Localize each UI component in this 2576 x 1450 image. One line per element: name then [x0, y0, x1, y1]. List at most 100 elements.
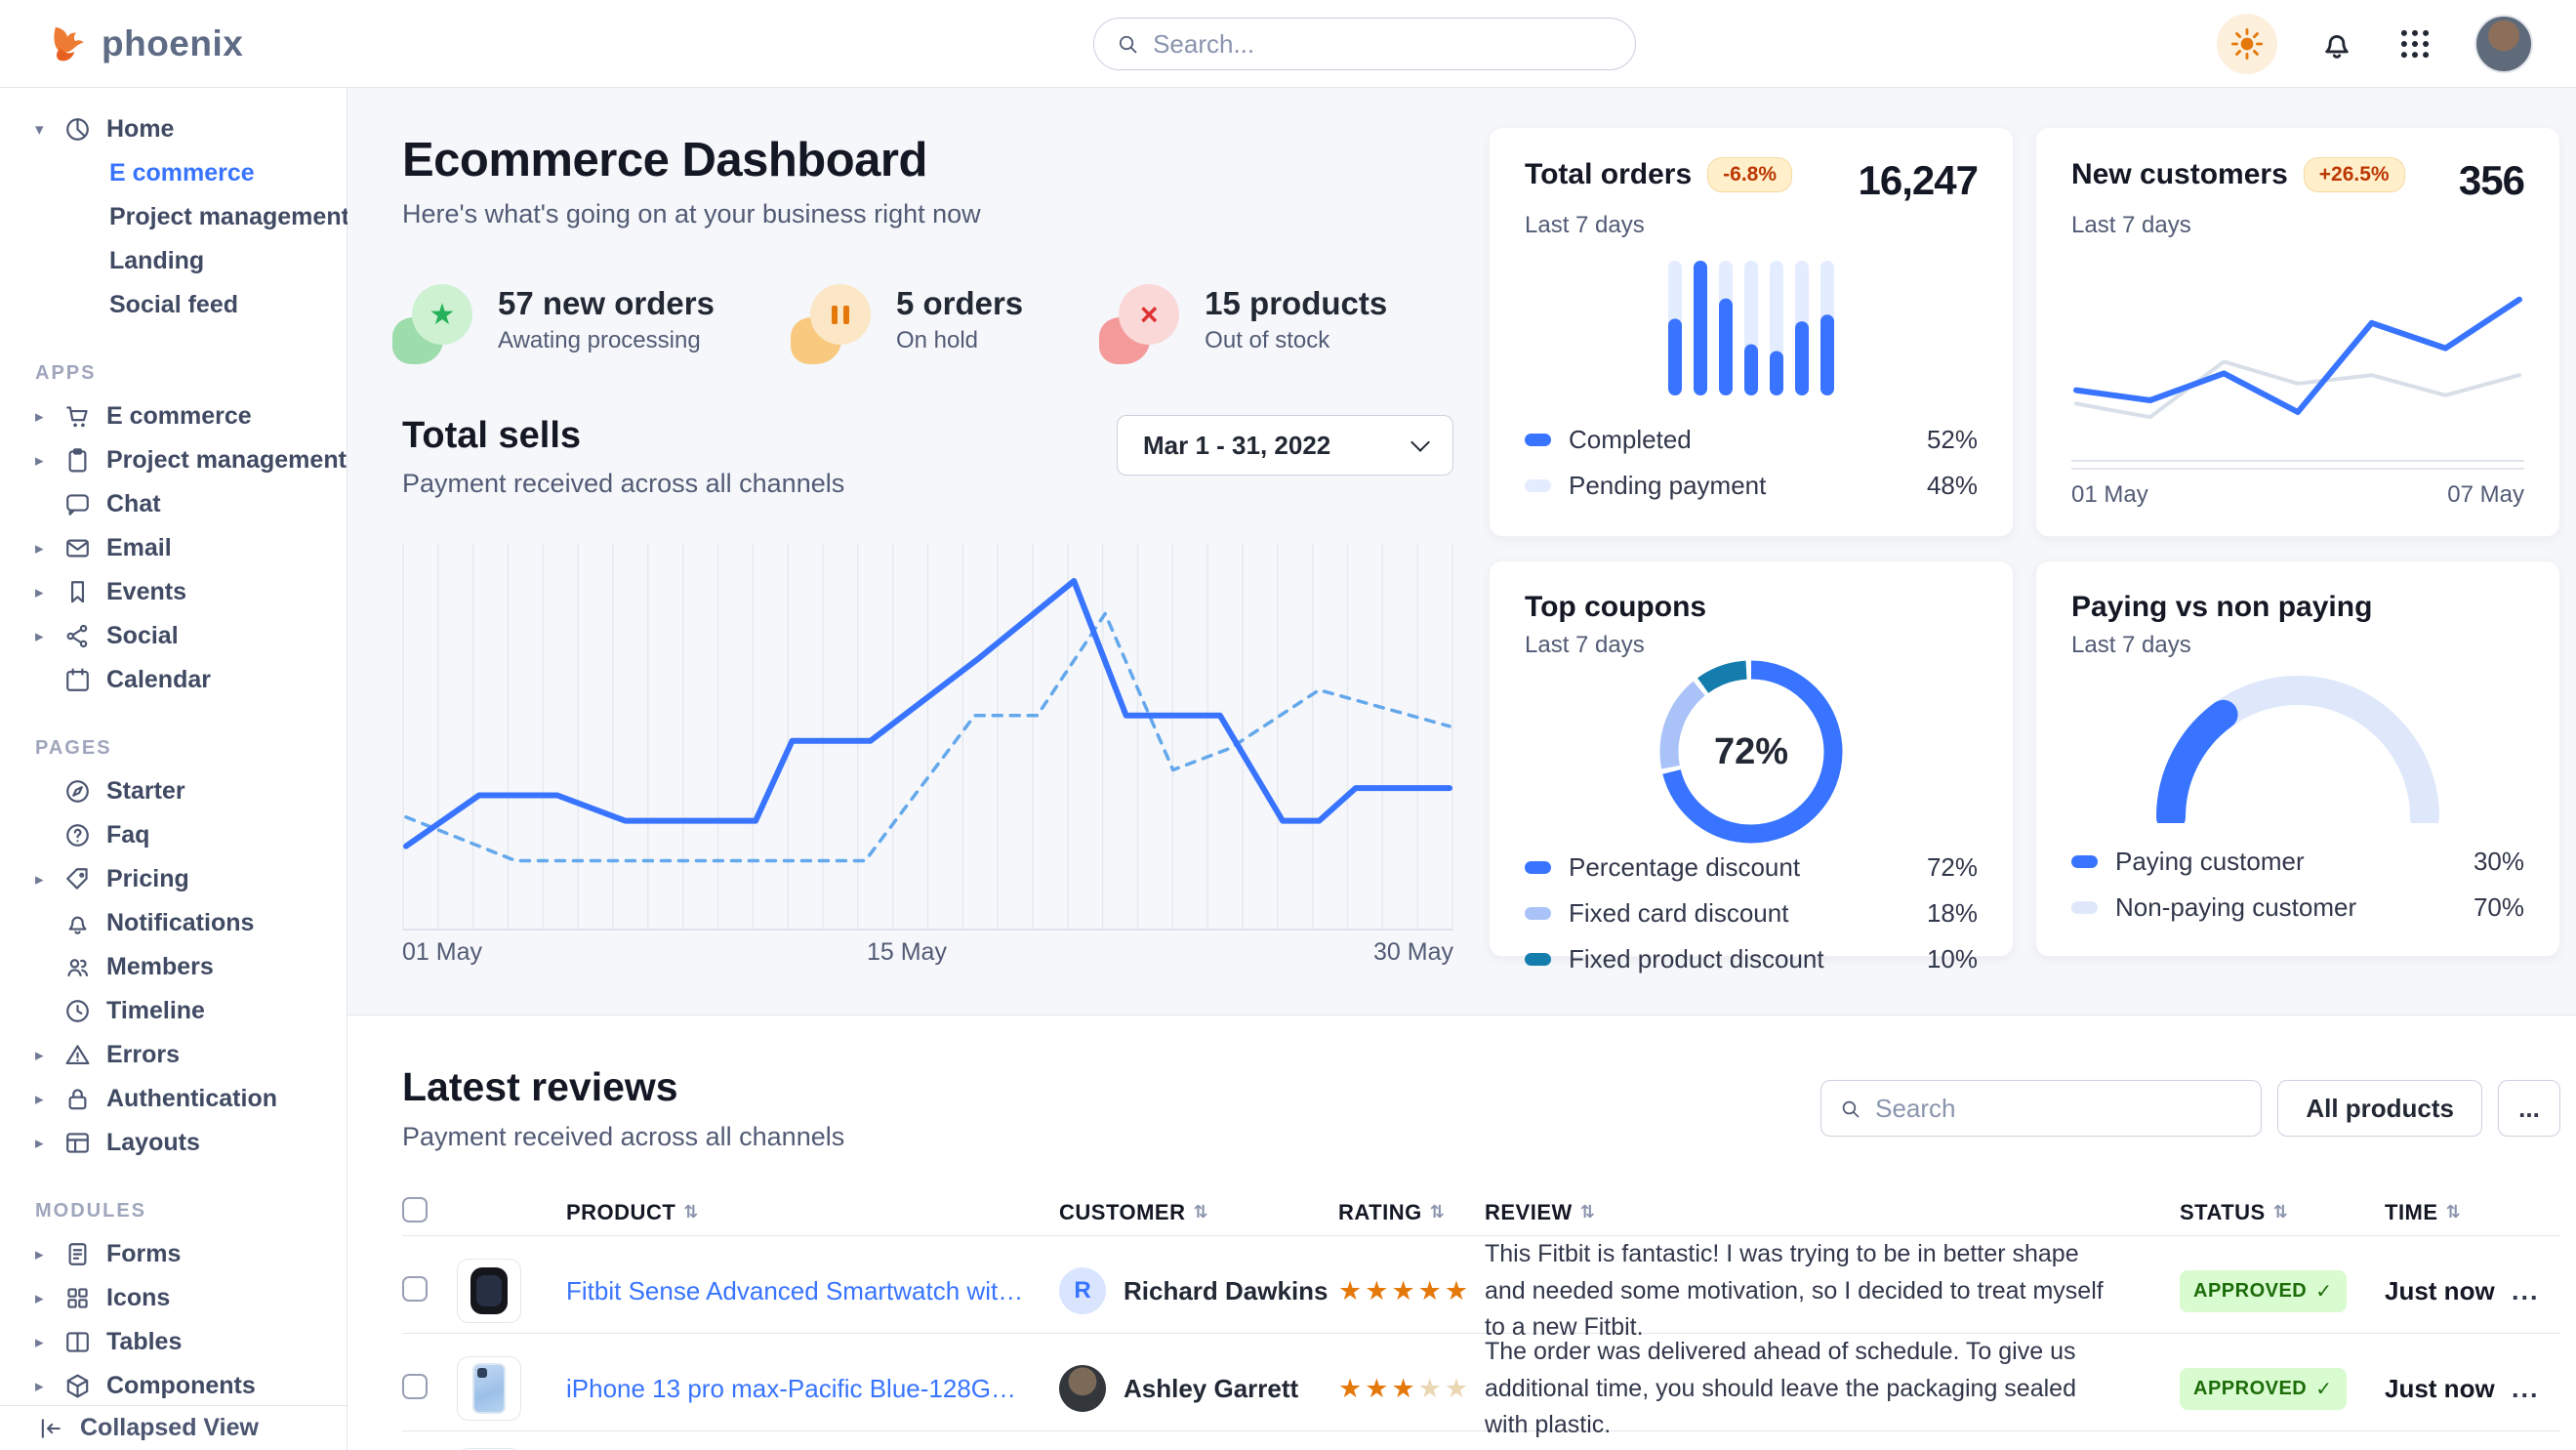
row-actions-button[interactable]: ...: [2512, 1374, 2560, 1404]
users-icon: [63, 953, 92, 981]
star-icon: ★: [412, 284, 472, 345]
sidebar-item-landing[interactable]: Landing: [0, 239, 347, 283]
sidebar-item-social-feed[interactable]: Social feed: [0, 283, 347, 327]
sidebar-item-email[interactable]: ▸ Email: [0, 526, 347, 570]
legend-fixed-product-discount: Fixed product discount 10%: [1525, 936, 1978, 982]
sidebar-item-chat[interactable]: Chat: [0, 482, 347, 526]
pause-icon: [810, 284, 871, 345]
date-range-select[interactable]: Mar 1 - 31, 2022: [1117, 415, 1453, 476]
stat-new-orders: ★ 57 new orders Awating processing: [402, 284, 715, 354]
caret-right-icon: ▸: [35, 870, 59, 890]
pie-chart-icon: [63, 115, 92, 144]
sidebar-item-app-project-management[interactable]: ▸ Project management: [0, 438, 347, 482]
sidebar-section-modules: MODULES: [35, 1200, 347, 1222]
top-navbar: phoenix: [0, 0, 2576, 88]
sidebar-item-faq[interactable]: Faq: [0, 813, 347, 857]
sidebar-item-tables[interactable]: ▸ Tables: [0, 1320, 347, 1364]
total-sells-title: Total sells: [402, 415, 844, 457]
check-icon: ✓: [2315, 1377, 2332, 1401]
caret-right-icon: ▸: [35, 1046, 59, 1065]
column-rating[interactable]: RATING⇅: [1338, 1200, 1485, 1225]
sidebar-item-starter[interactable]: Starter: [0, 769, 347, 813]
column-time[interactable]: TIME⇅: [2385, 1200, 2512, 1225]
sidebar-item-ecommerce-dashboard[interactable]: E commerce: [0, 151, 347, 195]
caret-right-icon: ▸: [35, 1377, 59, 1396]
layout-icon: [63, 1129, 92, 1157]
caret-right-icon: ▸: [35, 1090, 59, 1109]
more-options-button[interactable]: ...: [2498, 1080, 2560, 1137]
sort-icon: ⇅: [1194, 1202, 1209, 1222]
global-search-input[interactable]: [1153, 29, 1614, 60]
column-status[interactable]: STATUS⇅: [2180, 1200, 2385, 1225]
phoenix-flame-icon: [43, 21, 88, 66]
latest-reviews-section: Latest reviews Payment received across a…: [348, 1015, 2576, 1450]
sidebar-item-notifications[interactable]: Notifications: [0, 901, 347, 945]
select-all-checkbox[interactable]: [402, 1197, 428, 1222]
user-avatar[interactable]: [2474, 15, 2533, 73]
column-product[interactable]: PRODUCT⇅: [566, 1200, 1059, 1225]
status-badge: APPROVED✓: [2180, 1270, 2347, 1312]
collapse-sidebar-button[interactable]: Collapsed View: [0, 1405, 347, 1450]
check-icon: ✓: [2315, 1279, 2332, 1304]
sidebar-item-app-ecommerce[interactable]: ▸ E commerce: [0, 394, 347, 438]
theme-toggle-button[interactable]: [2217, 14, 2277, 74]
all-products-button[interactable]: All products: [2277, 1080, 2482, 1137]
reviews-table: PRODUCT⇅ CUSTOMER⇅ RATING⇅ REVIEW⇅ STATU…: [402, 1189, 2560, 1450]
reviews-search-input[interactable]: [1875, 1094, 2243, 1124]
global-search[interactable]: [1093, 18, 1636, 70]
sidebar-item-layouts[interactable]: ▸ Layouts: [0, 1121, 347, 1165]
review-text: The order was delivered ahead of schedul…: [1485, 1334, 2180, 1444]
reviews-search[interactable]: [1820, 1080, 2262, 1137]
document-icon: [63, 1240, 92, 1268]
new-customers-badge: +26.5%: [2304, 157, 2405, 192]
lock-icon: [63, 1085, 92, 1113]
row-checkbox[interactable]: [402, 1374, 428, 1399]
sidebar-item-calendar[interactable]: Calendar: [0, 658, 347, 702]
share-icon: [63, 622, 92, 650]
sidebar-item-errors[interactable]: ▸ Errors: [0, 1033, 347, 1077]
sidebar-item-members[interactable]: Members: [0, 945, 347, 989]
sidebar-item-home[interactable]: ▾ Home: [0, 107, 347, 151]
table-icon: [63, 1328, 92, 1356]
box-icon: [63, 1372, 92, 1400]
sidebar-item-authentication[interactable]: ▸ Authentication: [0, 1077, 347, 1121]
legend-pending-payment: Pending payment 48%: [1525, 463, 1978, 509]
bell-icon: [63, 909, 92, 937]
sidebar-item-pricing[interactable]: ▸ Pricing: [0, 857, 347, 901]
sort-icon: ⇅: [1430, 1202, 1446, 1222]
product-link[interactable]: Fitbit Sense Advanced Smartwatch with To…: [566, 1276, 1059, 1306]
paying-vs-non-paying-card: Paying vs non paying Last 7 days Paying …: [2035, 560, 2560, 957]
stat-out-of-stock: × 15 products Out of stock: [1109, 284, 1387, 354]
customer-cell: R Richard Dawkins: [1059, 1267, 1338, 1314]
sidebar-item-social[interactable]: ▸ Social: [0, 614, 347, 658]
apps-grid-icon[interactable]: [2396, 25, 2433, 62]
new-customers-x-axis: 01 May 07 May: [2071, 468, 2524, 509]
sidebar-item-forms[interactable]: ▸ Forms: [0, 1232, 347, 1276]
caret-right-icon: ▸: [35, 451, 59, 471]
total-orders-value: 16,247: [1859, 157, 1978, 204]
new-customers-card: New customers +26.5% 356 Last 7 days 01 …: [2035, 127, 2560, 537]
product-thumbnail-iphone[interactable]: [457, 1356, 521, 1421]
row-actions-button[interactable]: ...: [2512, 1276, 2560, 1306]
brand-logo[interactable]: phoenix: [43, 21, 243, 66]
customer-cell: Ashley Garrett: [1059, 1365, 1338, 1412]
latest-reviews-title: Latest reviews: [402, 1064, 844, 1110]
column-customer[interactable]: CUSTOMER⇅: [1059, 1200, 1338, 1225]
close-icon: ×: [1119, 284, 1179, 345]
page-subtitle: Here's what's going on at your business …: [402, 199, 1453, 229]
row-checkbox[interactable]: [402, 1276, 428, 1302]
page-title: Ecommerce Dashboard: [402, 133, 1453, 187]
sidebar-item-events[interactable]: ▸ Events: [0, 570, 347, 614]
sidebar-item-timeline[interactable]: Timeline: [0, 989, 347, 1033]
sidebar-item-components[interactable]: ▸ Components: [0, 1364, 347, 1408]
notifications-bell-icon[interactable]: [2318, 25, 2355, 62]
table-header-row: PRODUCT⇅ CUSTOMER⇅ RATING⇅ REVIEW⇅ STATU…: [402, 1189, 2560, 1236]
new-customers-value: 356: [2459, 157, 2524, 204]
product-link[interactable]: iPhone 13 pro max-Pacific Blue-128GB sto…: [566, 1374, 1059, 1404]
legend-non-paying-customer: Non-paying customer 70%: [2071, 885, 2524, 931]
product-thumbnail-smartwatch[interactable]: [457, 1259, 521, 1323]
new-customers-line-chart: [2071, 276, 2524, 462]
sidebar-item-project-management-dashboard[interactable]: Project management: [0, 195, 347, 239]
sidebar-item-icons[interactable]: ▸ Icons: [0, 1276, 347, 1320]
column-review[interactable]: REVIEW⇅: [1485, 1200, 2180, 1225]
